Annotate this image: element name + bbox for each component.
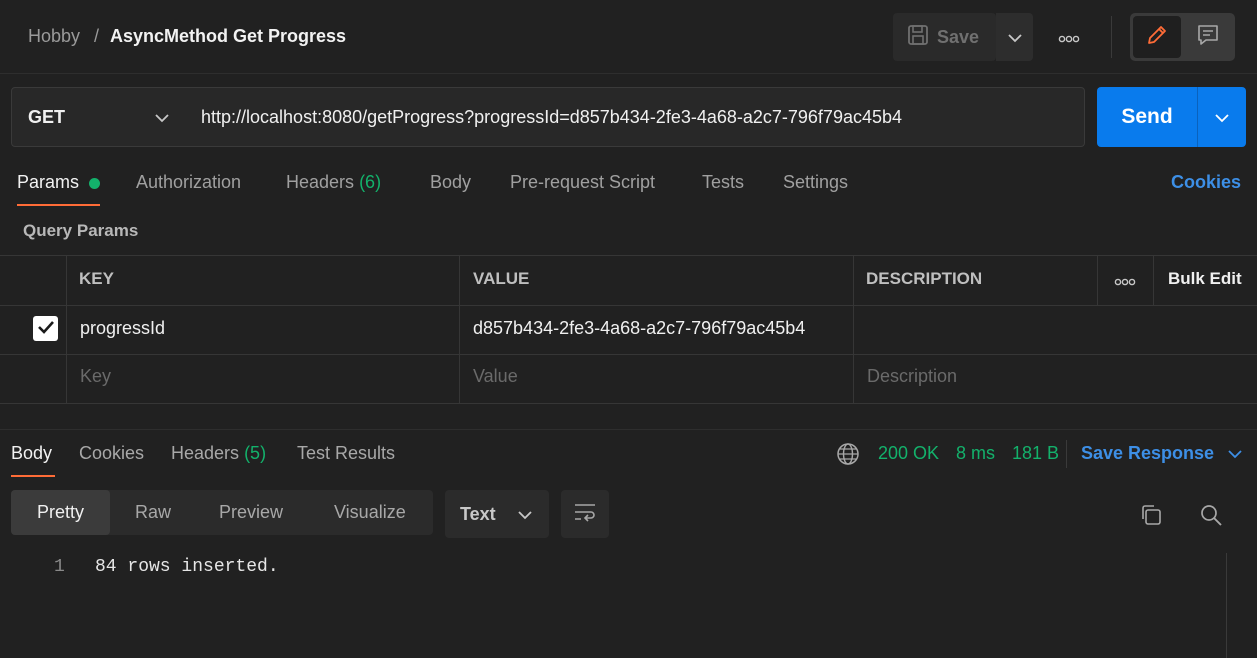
view-preview-button[interactable]: Preview (219, 490, 283, 535)
tab-pre-request-script[interactable]: Pre-request Script (510, 172, 655, 193)
cookies-link[interactable]: Cookies (1171, 172, 1241, 193)
response-tab-body[interactable]: Body (11, 443, 52, 464)
new-key-input[interactable]: Key (80, 366, 111, 387)
wrap-lines-button[interactable] (561, 490, 609, 538)
tab-body[interactable]: Body (430, 172, 471, 193)
send-options-button[interactable] (1198, 87, 1246, 147)
chevron-down-icon (155, 107, 169, 128)
chevron-down-icon (1228, 443, 1242, 464)
ellipsis-icon (1114, 270, 1136, 291)
format-label: Text (460, 503, 496, 524)
column-header-value: VALUE (473, 269, 530, 288)
method-select[interactable]: GET (11, 87, 186, 147)
comment-mode-button[interactable] (1184, 16, 1232, 58)
url-input[interactable]: http://localhost:8080/getProgress?progre… (185, 87, 1085, 147)
chevron-down-icon (518, 504, 532, 525)
save-response-button[interactable]: Save Response (1081, 443, 1242, 464)
column-divider (1097, 255, 1098, 305)
edit-mode-button[interactable] (1133, 16, 1181, 58)
params-active-dot (89, 178, 100, 189)
line-number: 1 (54, 557, 65, 577)
bulk-edit-button[interactable]: Bulk Edit (1168, 269, 1242, 289)
send-label: Send (1121, 105, 1173, 128)
response-size[interactable]: 181 B (1012, 443, 1059, 464)
view-visualize-button[interactable]: Visualize (334, 490, 406, 535)
query-params-title: Query Params (23, 221, 139, 240)
table-border (0, 305, 1257, 306)
column-header-key: KEY (79, 269, 114, 288)
wrap-lines-icon (572, 501, 598, 528)
table-options-button[interactable] (1105, 270, 1145, 290)
response-body-text[interactable]: 84 rows inserted. (95, 557, 279, 577)
response-tab-test-results[interactable]: Test Results (297, 443, 395, 464)
response-meta-divider (1066, 440, 1067, 468)
pane-divider (0, 429, 1257, 430)
table-border (0, 403, 1257, 404)
request-name[interactable]: AsyncMethod Get Progress (110, 26, 346, 47)
column-divider (459, 255, 460, 403)
url-text: http://localhost:8080/getProgress?progre… (201, 106, 903, 127)
tab-headers-label: Headers (286, 172, 355, 192)
comment-icon (1196, 23, 1220, 52)
column-header-description: DESCRIPTION (866, 269, 983, 288)
response-time[interactable]: 8 ms (956, 443, 995, 464)
pencil-icon (1145, 23, 1169, 52)
chevron-down-icon (1215, 107, 1229, 128)
send-button[interactable]: Send (1097, 87, 1197, 147)
tab-authorization[interactable]: Authorization (136, 172, 241, 193)
response-tab-headers-label: Headers (171, 443, 240, 463)
format-select[interactable]: Text (445, 490, 549, 538)
response-tab-headers[interactable]: Headers (5) (171, 443, 266, 464)
column-divider (1153, 255, 1154, 305)
search-icon[interactable] (1199, 503, 1223, 532)
header-divider (1111, 16, 1112, 58)
save-button[interactable]: Save (893, 13, 996, 61)
breadcrumb-separator: / (94, 26, 100, 46)
view-raw-button[interactable]: Raw (135, 490, 171, 535)
save-options-button[interactable] (996, 13, 1033, 61)
active-tab-indicator (11, 475, 55, 477)
method-label: GET (28, 106, 66, 127)
table-border (0, 255, 1257, 256)
copy-icon[interactable] (1139, 503, 1163, 532)
chevron-down-icon (1007, 27, 1022, 48)
save-response-label: Save Response (1081, 443, 1215, 463)
response-status[interactable]: 200 OK (878, 443, 939, 464)
response-tab-cookies[interactable]: Cookies (79, 443, 144, 464)
table-border (0, 354, 1257, 355)
tab-params[interactable]: Params (17, 172, 79, 193)
active-tab-indicator (17, 204, 100, 206)
headers-count: (6) (359, 172, 382, 192)
column-divider (853, 255, 854, 403)
ellipsis-icon (1058, 27, 1080, 48)
more-actions-button[interactable] (1050, 26, 1088, 48)
save-icon (907, 24, 929, 51)
checkmark-icon (37, 318, 55, 339)
new-value-input[interactable]: Value (473, 366, 518, 387)
param-enabled-checkbox[interactable] (33, 316, 58, 341)
editor-scrollbar[interactable] (1226, 553, 1227, 658)
globe-icon[interactable] (836, 442, 860, 471)
send-button-group: Send (1097, 87, 1246, 147)
param-value-cell[interactable]: d857b434-2fe3-4a68-a2c7-796f79ac45b4 (473, 318, 805, 339)
column-divider (66, 255, 67, 403)
tab-tests[interactable]: Tests (702, 172, 744, 193)
tab-headers[interactable]: Headers (6) (286, 172, 381, 193)
breadcrumb-collection[interactable]: Hobby (28, 26, 80, 47)
tab-settings[interactable]: Settings (783, 172, 848, 193)
response-headers-count: (5) (244, 443, 267, 463)
param-key-cell[interactable]: progressId (80, 318, 165, 339)
save-label: Save (937, 26, 980, 47)
view-pretty-button[interactable]: Pretty (11, 490, 110, 535)
new-description-input[interactable]: Description (867, 366, 957, 387)
